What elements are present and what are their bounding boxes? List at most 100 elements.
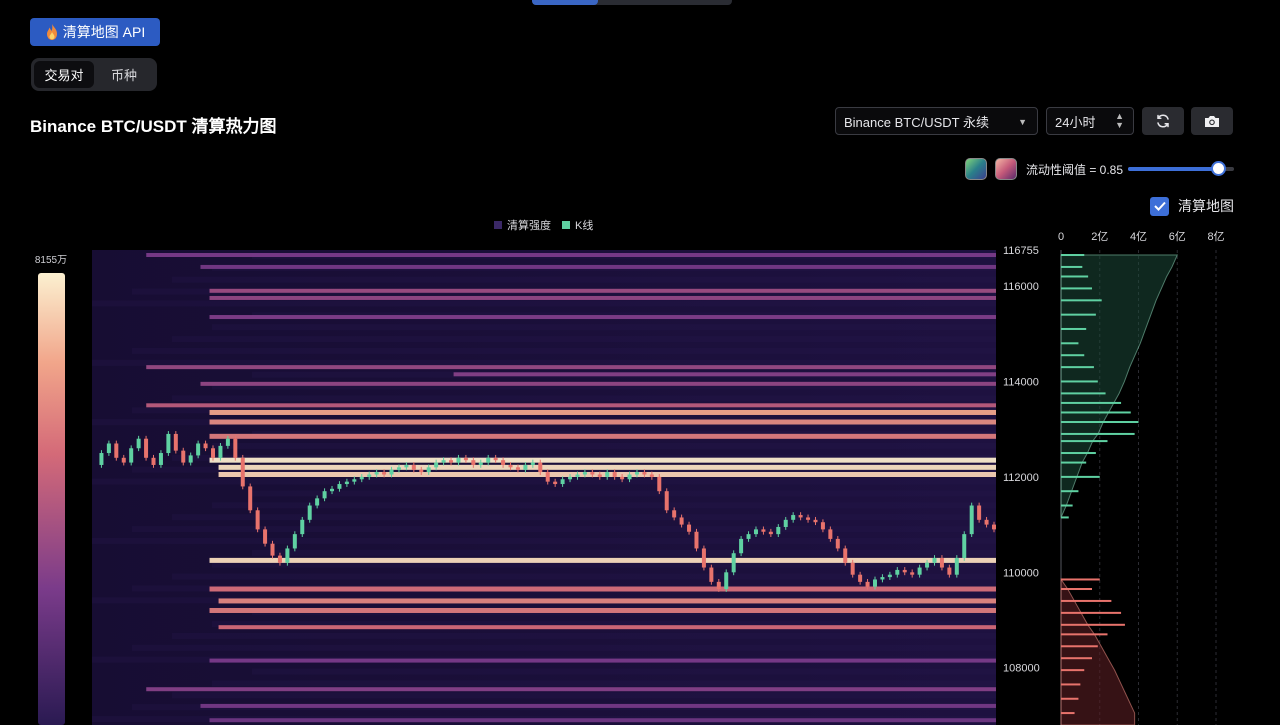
candle-body [396,467,401,470]
candle-body [300,519,305,535]
profile-upper-bar [1061,516,1069,519]
colorbar-max-label: 8155万 [35,255,67,266]
candle-body [530,462,535,465]
profile-tick-label: 4亿 [1130,230,1147,243]
legend-swatch-0 [494,221,502,229]
candle-body [538,462,543,473]
candle-body [493,457,498,461]
profile-lower-bar [1061,611,1122,614]
liquidation-band [218,464,996,470]
slider-handle[interactable] [1211,161,1227,176]
profile-upper-bar [1061,366,1094,369]
slider-fill [1128,167,1219,171]
candle-body [478,462,483,465]
profile-upper-bar [1061,380,1098,383]
top-tab-active-segment [532,0,598,5]
profile-upper-bar [1061,287,1092,290]
profile-tick-label: 2亿 [1091,230,1108,243]
liquidation-band [209,433,996,439]
profile-lower-bar [1061,697,1079,700]
liquidation-band [200,703,997,708]
candle-body [672,510,677,518]
candle-body [575,474,580,477]
candle-body [99,453,104,465]
candle-body [947,567,952,575]
heatmap-area [92,250,997,725]
candle-body [582,472,587,475]
candle-body [895,569,900,575]
liquidation-band [146,365,997,370]
liquidation-profile: 0 2亿 4亿 6亿 8亿 [1058,230,1225,725]
candle-body [203,443,208,449]
stepper-icon: ▲ ▼ [1115,111,1124,130]
green-colormap-swatch[interactable] [965,158,987,180]
colorbar: 8155万 [35,255,67,725]
tab-trading-pair[interactable]: 交易对 [34,61,94,88]
price-tick-label: 112000 [1003,472,1039,484]
candle-body [471,460,476,465]
liquidation-band [209,295,996,300]
candle-body [248,486,253,511]
profile-upper-bar [1061,461,1087,464]
refresh-button[interactable] [1142,107,1184,135]
candle-body [605,472,610,477]
candle-body [136,438,141,449]
candle-body [954,557,959,575]
candle-body [449,460,454,463]
candle-body [330,488,335,492]
liquidity-threshold-slider[interactable] [1128,161,1234,176]
profile-upper-bar [1061,440,1108,443]
candle-body [850,562,855,575]
candle-body [865,581,870,587]
screenshot-button[interactable] [1191,107,1233,135]
liquidation-map-api-button[interactable]: 清算地图 API [30,18,160,46]
legend-label-1: K线 [575,218,593,232]
magma-colormap-swatch[interactable] [995,158,1017,180]
candle-body [858,574,863,582]
liquidation-band [209,557,996,563]
candle-body [642,472,647,475]
candle-body [352,479,357,482]
profile-upper-bar [1061,421,1139,424]
candle-body [277,555,282,563]
profile-tick-label: 0 [1058,231,1064,243]
tab-coin[interactable]: 币种 [94,61,154,88]
profile-upper-bar [1061,490,1079,493]
candle-body [441,460,446,463]
candle-body [962,534,967,558]
profile-upper-bar [1061,452,1096,455]
liquidation-band [209,315,996,320]
candle-body [456,457,461,463]
heatmap-texture [172,395,996,402]
heatmap-texture [252,549,996,556]
heatmap-texture [172,692,996,699]
candle-body [292,534,297,549]
profile-upper-bar [1061,475,1100,478]
pair-select[interactable]: Binance BTC/USDT 永续 ▼ [835,107,1038,135]
profile-upper-bar [1061,254,1085,257]
candle-body [739,538,744,554]
liquidation-heatmap-chart: 清算强度 K线 8155万 116755 116000 114000 112000 110… [35,218,1225,725]
candle-body [932,557,937,563]
profile-upper-bar [1061,392,1106,395]
candle-body [382,472,387,475]
legend-swatch-1 [562,221,570,229]
profile-lower-bar [1061,712,1075,715]
candle-body [568,476,573,480]
candle-body [634,472,639,475]
heatmap-texture [212,324,996,331]
candle-body [106,443,111,454]
candle-body [322,491,327,499]
time-range-select[interactable]: 24小时 ▲ ▼ [1046,107,1134,135]
candle-body [285,548,290,563]
candle-body [419,469,424,473]
candle-body [144,438,149,458]
candle-body [151,457,156,465]
legend-label-0: 清算强度 [507,218,551,232]
liquidation-band [453,372,997,377]
candle-body [411,464,416,470]
heatmap-texture [212,680,996,687]
heatmap-texture [92,478,996,485]
heatmap-texture [132,347,996,354]
candle-body [196,443,201,456]
